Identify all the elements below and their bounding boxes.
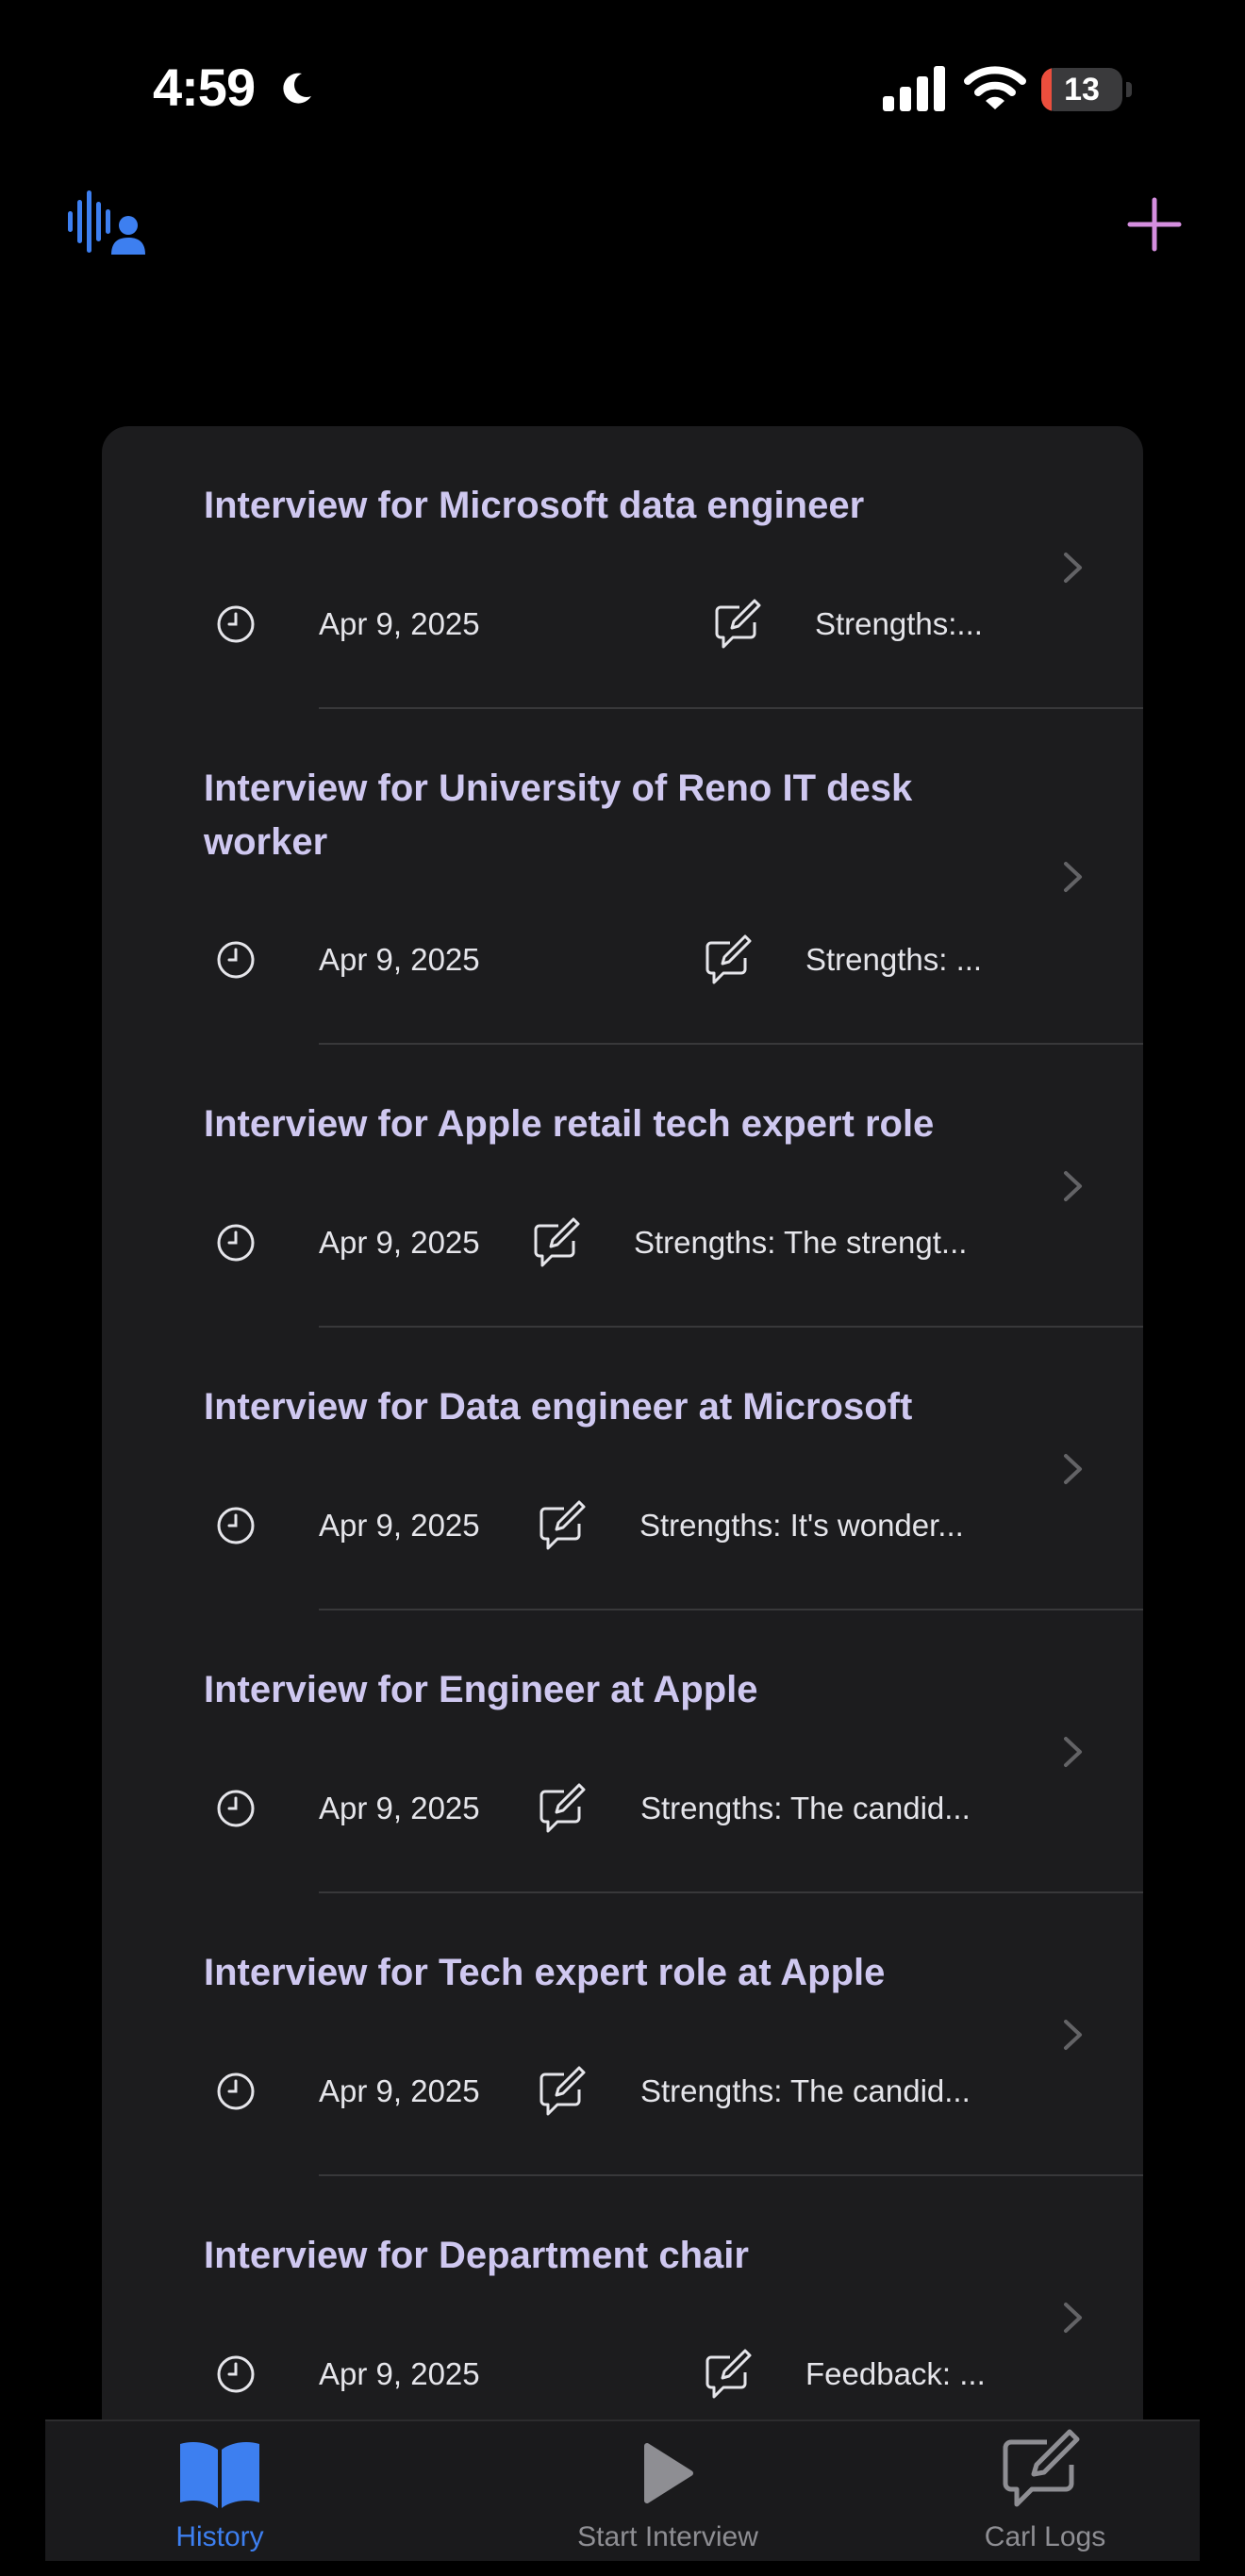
interview-date: Apr 9, 2025: [319, 1508, 480, 1543]
interview-row[interactable]: Interview for Engineer at Apple Apr 9, 2…: [102, 1610, 1143, 1893]
note-icon: [540, 1783, 586, 1833]
tab-carl-logs-label: Carl Logs: [984, 2521, 1106, 2552]
interview-row[interactable]: Interview for Department chair Apr 9, 20…: [102, 2176, 1143, 2425]
status-bar: 4:59 13: [0, 0, 1245, 179]
chevron-right-icon: [1064, 1454, 1082, 1484]
battery-level-text: 13: [1064, 72, 1100, 107]
note-icon: [540, 2066, 586, 2116]
chevron-right-icon: [1064, 553, 1082, 583]
interview-row[interactable]: Interview for Data engineer at Microsoft…: [102, 1328, 1143, 1610]
interview-summary: Strengths: It's wonder...: [639, 1508, 964, 1543]
chevron-right-icon: [1064, 2020, 1082, 2050]
interview-date: Apr 9, 2025: [319, 1225, 480, 1260]
chevron-right-icon: [1064, 862, 1082, 892]
voice-profile-icon[interactable]: [66, 187, 151, 258]
note-icon: [706, 2349, 752, 2399]
clock-icon: [217, 1790, 255, 1827]
clock-icon: [217, 605, 255, 643]
tab-history[interactable]: History: [121, 2421, 319, 2561]
interview-row[interactable]: Interview for University of Reno IT desk…: [102, 709, 1143, 1045]
interview-title: Interview for Microsoft data engineer: [204, 485, 865, 526]
battery-indicator: 13: [1041, 68, 1132, 111]
interview-row[interactable]: Interview for Apple retail tech expert r…: [102, 1045, 1143, 1328]
note-icon: [715, 599, 761, 649]
status-time: 4:59: [153, 58, 256, 117]
interview-title: Interview for Tech expert role at Apple: [204, 1952, 886, 1993]
interview-title: Interview for University of Reno IT desk…: [204, 768, 913, 863]
tab-start-interview[interactable]: Start Interview: [498, 2421, 838, 2561]
book-icon: [180, 2442, 259, 2508]
tab-history-label: History: [175, 2521, 264, 2552]
note-icon: [534, 1217, 580, 1267]
add-interview-button[interactable]: [1124, 194, 1185, 255]
interview-title: Interview for Apple retail tech expert r…: [204, 1103, 935, 1145]
interview-row[interactable]: Interview for Microsoft data engineer Ap…: [102, 426, 1143, 709]
note-icon: [706, 934, 752, 984]
chevron-right-icon: [1064, 1171, 1082, 1201]
chevron-right-icon: [1064, 2303, 1082, 2333]
clock-icon: [217, 1507, 255, 1544]
clock-icon: [217, 2072, 255, 2110]
interview-summary: Strengths: The candid...: [640, 1791, 971, 1825]
tab-bar: History Start Interview Carl Logs: [45, 2419, 1200, 2561]
interview-row[interactable]: Interview for Tech expert role at Apple …: [102, 1893, 1143, 2176]
note-icon: [540, 1500, 586, 1550]
interview-date: Apr 9, 2025: [319, 1791, 480, 1825]
interview-summary: Feedback: ...: [805, 2356, 986, 2391]
compose-icon: [1003, 2429, 1080, 2507]
wifi-icon: [964, 66, 1026, 109]
clock-icon: [217, 2355, 255, 2393]
cellular-signal-icon: [883, 66, 945, 111]
interview-summary: Strengths:...: [815, 606, 983, 641]
interview-date: Apr 9, 2025: [319, 606, 480, 641]
interview-title: Interview for Data engineer at Microsoft: [204, 1386, 913, 1428]
interview-summary: Strengths: The candid...: [640, 2073, 971, 2108]
play-icon: [644, 2443, 693, 2503]
tab-carl-logs[interactable]: Carl Logs: [904, 2421, 1187, 2561]
interview-list: Interview for Microsoft data engineer Ap…: [102, 426, 1143, 2425]
chevron-right-icon: [1064, 1737, 1082, 1767]
interview-date: Apr 9, 2025: [319, 2356, 480, 2391]
clock-icon: [217, 941, 255, 979]
clock-icon: [217, 1224, 255, 1262]
moon-icon: [283, 73, 311, 104]
tab-start-interview-label: Start Interview: [577, 2521, 758, 2552]
interview-date: Apr 9, 2025: [319, 942, 480, 977]
interview-date: Apr 9, 2025: [319, 2073, 480, 2108]
interview-summary: Strengths: The strengt...: [634, 1225, 968, 1260]
interview-title: Interview for Department chair: [204, 2235, 749, 2276]
interview-title: Interview for Engineer at Apple: [204, 1669, 758, 1710]
interview-summary: Strengths: ...: [805, 942, 983, 977]
